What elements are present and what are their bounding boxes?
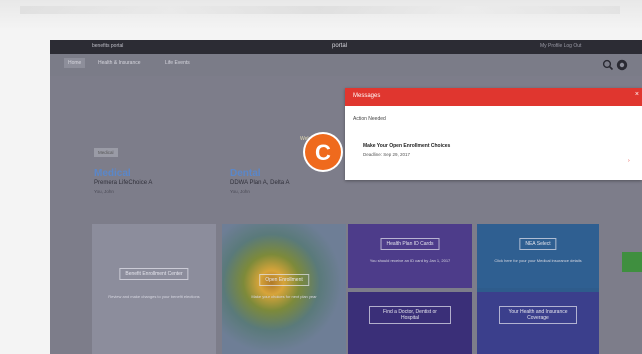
tile-button[interactable]: Benefit Enrollment Center xyxy=(119,268,189,280)
message-item-deadline: Deadline: Sep 29, 2017 xyxy=(363,152,411,157)
blurred-header-strip xyxy=(20,6,620,14)
plan-name: DDWA Plan A, Delta A xyxy=(230,180,290,186)
tile-button[interactable]: NEA Select xyxy=(519,238,557,250)
plan-title: Medical xyxy=(94,168,131,179)
close-icon[interactable]: × xyxy=(635,91,639,98)
tile-description: Review and make changes to your benefit … xyxy=(108,294,200,299)
callout-marker: C xyxy=(305,134,341,170)
tile-button[interactable]: Open Enrollment xyxy=(259,274,309,286)
messages-header: Messages × xyxy=(345,88,642,106)
tile-health-insurance-coverage[interactable]: Your Health and Insurance Coverage xyxy=(477,292,599,354)
plan-covered: You, John xyxy=(230,189,250,194)
plan-name: Premera LifeChoice A xyxy=(94,180,153,186)
plan-card-dental[interactable]: Dental DDWA Plan A, Delta A You, John xyxy=(230,168,289,194)
search-icon[interactable] xyxy=(602,59,614,71)
tile-button[interactable]: Find a Doctor, Dentist or Hospital xyxy=(369,306,451,324)
plan-title: Dental xyxy=(230,168,261,179)
tile-health-plan-id-cards[interactable]: Health Plan ID Cards You should receive … xyxy=(348,224,472,288)
tile-description: You should receive an ID card by Jan 1, … xyxy=(369,258,451,263)
photo-background: benefits portal portal My Profile Log Ou… xyxy=(0,0,642,354)
tile-open-enrollment[interactable]: Open Enrollment Make your choices for ne… xyxy=(222,224,346,354)
callout-letter: C xyxy=(315,140,331,165)
tile-benefit-enrollment[interactable]: Benefit Enrollment Center Review and mak… xyxy=(92,224,216,354)
top-bar-left-text: benefits portal xyxy=(92,43,124,49)
tile-nea-select[interactable]: NEA Select Click here for your your Medi… xyxy=(477,224,599,288)
tab-health-insurance[interactable]: Health & Insurance xyxy=(98,60,141,66)
tile-button[interactable]: Your Health and Insurance Coverage xyxy=(499,306,577,324)
tile-description: Make your choices for next plan year xyxy=(251,294,317,299)
tile-find-a-doctor[interactable]: Find a Doctor, Dentist or Hospital xyxy=(348,292,472,354)
messages-popover: Messages × Action Needed Make Your Open … xyxy=(345,88,642,180)
messages-title: Messages xyxy=(353,93,381,99)
messages-icon[interactable] xyxy=(616,59,628,71)
tab-life-events[interactable]: Life Events xyxy=(165,60,190,66)
section-label: Medical xyxy=(94,148,118,157)
messages-subtitle: Action Needed xyxy=(353,116,386,122)
main-nav: Home Health & Insurance Life Events xyxy=(50,54,642,76)
top-bar-user-links[interactable]: My Profile Log Out xyxy=(540,43,581,49)
tile-button[interactable]: Health Plan ID Cards xyxy=(380,238,440,250)
app-logo: portal xyxy=(332,43,348,49)
top-bar: benefits portal portal My Profile Log Ou… xyxy=(50,40,642,54)
tab-home[interactable]: Home xyxy=(64,58,86,68)
plan-covered: You, John xyxy=(94,189,114,194)
tile-description: Click here for your your Medical insuran… xyxy=(494,258,582,263)
feedback-tab[interactable] xyxy=(622,252,642,272)
message-item-title[interactable]: Make Your Open Enrollment Choices xyxy=(363,143,450,149)
chevron-right-icon[interactable]: › xyxy=(628,158,630,164)
plan-card-medical[interactable]: Medical Premera LifeChoice A You, John xyxy=(94,168,152,194)
